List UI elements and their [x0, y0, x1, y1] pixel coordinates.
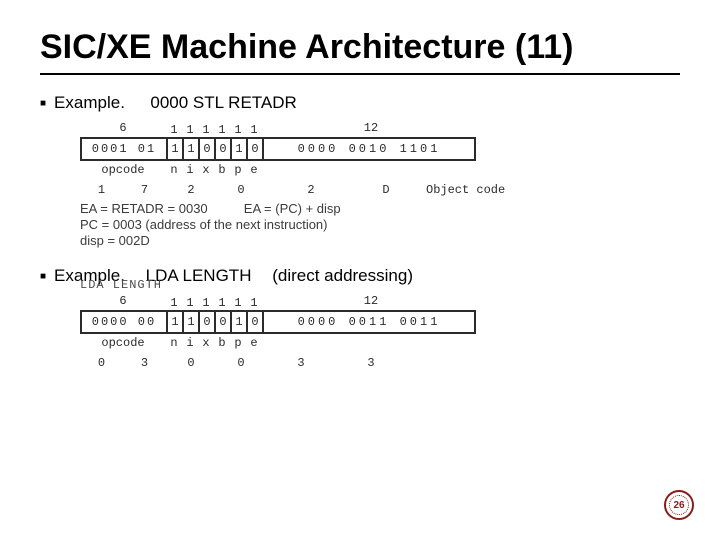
- label-p: p: [230, 163, 246, 177]
- label-b: b: [214, 163, 230, 177]
- bitwidth-n: 1: [166, 123, 182, 137]
- label-x: x: [198, 336, 214, 350]
- hex-0: 0: [80, 356, 123, 370]
- bitwidth-x: 1: [198, 123, 214, 137]
- bullet-example-1: ■ Example. 0000 STL RETADR: [40, 93, 680, 113]
- bits-n: 1: [168, 139, 184, 159]
- bitwidth-disp: 12: [266, 121, 476, 137]
- bits-e: 0: [248, 312, 264, 332]
- label-i: i: [182, 336, 198, 350]
- bitwidth-x: 1: [198, 296, 214, 310]
- bits-disp: 0000 0011 0011: [264, 312, 474, 332]
- bitwidth-n: 1: [166, 296, 182, 310]
- bitwidth-e: 1: [246, 296, 262, 310]
- bitwidth-opcode: 6: [80, 121, 166, 137]
- page-number: 26: [669, 495, 689, 515]
- bits-row: 0001 01 1 1 0 0 1 0 0000 0010 1101: [80, 137, 476, 161]
- ea-line-3: disp = 002D: [80, 233, 680, 248]
- bits-opcode: 0000 00: [82, 312, 168, 332]
- hex-3: 0: [216, 183, 266, 197]
- label-opcode: opcode: [80, 336, 166, 350]
- hex-4: 3: [266, 356, 336, 370]
- bitwidth-b: 1: [214, 296, 230, 310]
- hex-row: 1 7 2 0 2 D Object code: [80, 183, 680, 197]
- bits-x: 0: [200, 312, 216, 332]
- label-e: e: [246, 163, 262, 177]
- ea-line-1: EA = RETADR = 0030: [80, 201, 208, 216]
- hex-1: 7: [123, 183, 166, 197]
- bitwidth-e: 1: [246, 123, 262, 137]
- bits-disp: 0000 0010 1101: [264, 139, 474, 159]
- diagram-stl: 6 1 1 1 1 1 1 12 0001 01 1 1 0 0 1 0 000…: [80, 121, 680, 248]
- bullet-icon: ■: [40, 271, 46, 282]
- label-opcode: opcode: [80, 163, 166, 177]
- label-n: n: [166, 163, 182, 177]
- hex-1: 3: [123, 356, 166, 370]
- label-i: i: [182, 163, 198, 177]
- label-n: n: [166, 336, 182, 350]
- bitwidth-opcode: 6: [80, 294, 166, 310]
- bits-b: 0: [216, 312, 232, 332]
- bits-row: 0000 00 1 1 0 0 1 0 0000 0011 0011: [80, 310, 476, 334]
- bitwidth-disp: 12: [266, 294, 476, 310]
- bits-b: 0: [216, 139, 232, 159]
- bits-x: 0: [200, 139, 216, 159]
- bitwidth-p: 1: [230, 296, 246, 310]
- bitwidth-i: 1: [182, 296, 198, 310]
- label-e: e: [246, 336, 262, 350]
- diagram-lda: LDA LENGTH 6 1 1 1 1 1 1 12 0000 00 1 1 …: [80, 294, 680, 370]
- bullet-icon: ■: [40, 98, 46, 109]
- bits-i: 1: [184, 139, 200, 159]
- ea-computation: EA = RETADR = 0030 EA = (PC) + disp PC =…: [80, 201, 680, 248]
- hex-2: 0: [166, 356, 216, 370]
- bits-n: 1: [168, 312, 184, 332]
- bitwidth-i: 1: [182, 123, 198, 137]
- page-number-badge: 26: [664, 490, 694, 520]
- label-p: p: [230, 336, 246, 350]
- label-x: x: [198, 163, 214, 177]
- lda-caption: LDA LENGTH: [80, 278, 162, 292]
- hex-4: 2: [266, 183, 356, 197]
- hex-label: Object code: [426, 183, 505, 197]
- ea-line-4: EA = (PC) + disp: [244, 201, 341, 216]
- label-b: b: [214, 336, 230, 350]
- hex-0: 1: [80, 183, 123, 197]
- hex-row: 0 3 0 0 3 3: [80, 356, 680, 370]
- bitwidth-b: 1: [214, 123, 230, 137]
- bits-opcode: 0001 01: [82, 139, 168, 159]
- bullet-note: (direct addressing): [272, 266, 413, 286]
- bullet-label: Example.: [54, 93, 125, 113]
- bits-e: 0: [248, 139, 264, 159]
- hex-5: 3: [336, 356, 406, 370]
- ea-line-2: PC = 0003 (address of the next instructi…: [80, 217, 680, 232]
- title-divider: [40, 73, 680, 75]
- hex-5: D: [356, 183, 416, 197]
- bits-i: 1: [184, 312, 200, 332]
- bullet-instruction: 0000 STL RETADR: [150, 93, 296, 113]
- page-title: SIC/XE Machine Architecture (11): [40, 28, 680, 67]
- bitwidth-p: 1: [230, 123, 246, 137]
- bits-p: 1: [232, 312, 248, 332]
- bits-p: 1: [232, 139, 248, 159]
- hex-2: 2: [166, 183, 216, 197]
- hex-3: 0: [216, 356, 266, 370]
